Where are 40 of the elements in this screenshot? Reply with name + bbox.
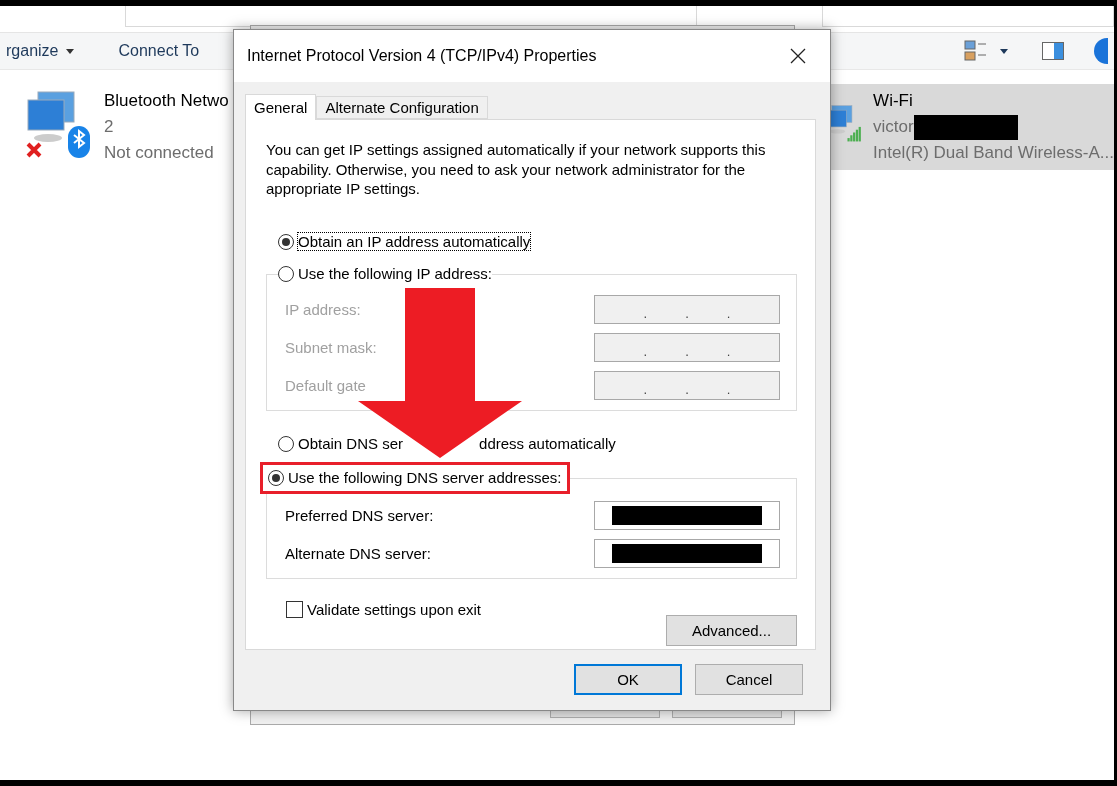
tab[interactable]: Alternate Configuration — [316, 96, 488, 119]
connection-detail: victor — [873, 116, 914, 138]
radio-label[interactable]: Use the following IP address: — [298, 265, 492, 282]
field-label: Default gate — [285, 376, 366, 394]
tab[interactable]: General — [245, 94, 317, 120]
checkbox[interactable] — [286, 600, 303, 618]
help-icon[interactable] — [1094, 38, 1108, 64]
radio-button[interactable] — [278, 265, 294, 282]
radio-label[interactable]: Obtain DNS ser — [298, 435, 404, 452]
field-label: Alternate DNS server: — [285, 544, 431, 562]
field-label: Subnet mask: — [285, 338, 377, 356]
close-icon — [790, 48, 806, 64]
connection-name: Wi-Fi — [873, 90, 914, 112]
address-field[interactable] — [125, 6, 697, 27]
dns-server-field[interactable] — [594, 500, 780, 530]
connection-status: Not connected — [104, 142, 215, 164]
caret-icon[interactable] — [1000, 48, 1008, 54]
connection-status: Intel(R) Dual Band Wireless-A... — [873, 142, 1114, 164]
preview-pane-icon[interactable] — [1042, 42, 1064, 60]
intro-text: You can get IP settings assigned automatically if your network supports this capability. Otherwise, you need to ask your network administrator for the appropriate IP settings. — [266, 140, 767, 199]
radio-button[interactable] — [278, 233, 294, 250]
connection-name: Bluetooth Netwo — [104, 90, 229, 112]
field-label: Preferred DNS server: — [285, 506, 434, 524]
search-field[interactable] — [822, 6, 1114, 27]
checkbox-label[interactable]: Validate settings upon exit — [307, 600, 481, 618]
advanced-button[interactable]: Advanced... — [666, 614, 797, 646]
radio-label[interactable]: Use the following DNS server addresses: — [288, 469, 562, 486]
connection-detail: 2 — [104, 116, 114, 138]
dialog-title: Internet Protocol Version 4 (TCP/IPv4) Properties — [247, 47, 598, 65]
radio-label[interactable]: ddress automatically — [479, 435, 616, 452]
toolbar-button[interactable]: Connect To — [118, 42, 200, 60]
field-label: IP address: — [285, 300, 361, 318]
radio-button[interactable] — [268, 469, 284, 486]
dns-server-field[interactable] — [594, 538, 780, 568]
dialog-button[interactable]: OK — [574, 664, 682, 695]
radio-label[interactable]: Obtain an IP address automatically — [298, 233, 531, 250]
toolbar-button[interactable]: rganize — [6, 42, 75, 60]
dialog-button[interactable]: Cancel — [695, 664, 803, 695]
connection-item[interactable]: Bluetooth Netwo 2 Not connected — [0, 84, 229, 170]
radio-button[interactable] — [278, 435, 294, 452]
